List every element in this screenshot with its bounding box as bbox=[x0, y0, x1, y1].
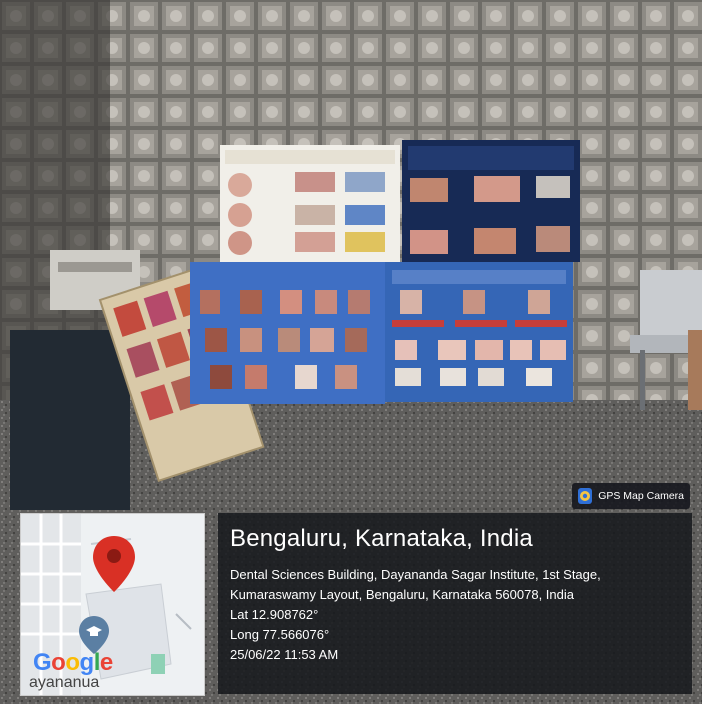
blue-poster-left bbox=[190, 262, 385, 404]
address-line-2: Kumaraswamy Layout, Bengaluru, Karnataka… bbox=[230, 587, 574, 602]
gps-badge-label: GPS Map Camera bbox=[598, 490, 684, 502]
address-line-1: Dental Sciences Building, Dayananda Saga… bbox=[230, 567, 601, 582]
location-info-panel: Bengaluru, Karnataka, India Dental Scien… bbox=[218, 513, 692, 694]
navy-poster bbox=[402, 140, 580, 262]
longitude: Long 77.566076° bbox=[230, 627, 330, 642]
timestamp: 25/06/22 11:53 AM bbox=[230, 647, 339, 662]
latitude: Lat 12.908762° bbox=[230, 607, 319, 622]
place-title: Bengaluru, Karnataka, India bbox=[230, 525, 533, 552]
map-thumbnail: Google ayananua bbox=[20, 513, 205, 696]
geotagged-photo-frame: GPS Map Camera Google ayananua Bengaluru… bbox=[0, 0, 702, 704]
gps-map-camera-badge: GPS Map Camera bbox=[572, 483, 690, 509]
map-locality-label: ayananua bbox=[29, 674, 100, 691]
blue-poster-right bbox=[385, 262, 573, 402]
side-table bbox=[10, 330, 130, 510]
gps-camera-icon bbox=[578, 488, 593, 504]
location-pin-icon bbox=[93, 536, 135, 592]
google-logo: Google bbox=[33, 649, 113, 676]
person-arm bbox=[688, 330, 702, 410]
white-poster bbox=[220, 145, 400, 265]
